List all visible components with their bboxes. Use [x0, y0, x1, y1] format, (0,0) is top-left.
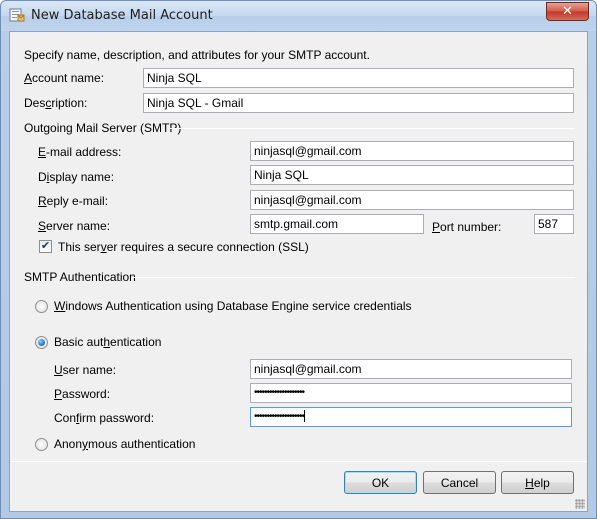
anonymous-auth-label[interactable]: Anonymous authentication — [54, 437, 195, 451]
label-part: splay name: — [49, 170, 115, 184]
access-key: H — [525, 475, 534, 490]
label-part: Des — [24, 96, 46, 110]
access-key: A — [24, 71, 33, 85]
ok-button[interactable]: OK — [344, 471, 417, 494]
user-name-input[interactable]: ninjasql@gmail.com — [250, 359, 572, 379]
label-part: ort number: — [440, 220, 502, 234]
access-key: P — [54, 387, 63, 401]
windows-auth-label[interactable]: Windows Authentication using Database En… — [54, 299, 412, 313]
ssl-checkbox-label[interactable]: This server requires a secure connection… — [58, 240, 309, 254]
label-part: ccount name: — [32, 71, 105, 85]
help-button[interactable]: Help — [501, 471, 574, 494]
section-divider — [132, 277, 575, 278]
label-part: mous authentication — [88, 437, 196, 451]
password-input[interactable]: •••••••••••••••••••• — [250, 383, 572, 403]
port-number-input[interactable]: 587 — [534, 214, 574, 234]
account-name-input[interactable]: Ninja SQL — [143, 68, 574, 88]
display-name-input[interactable]: Ninja SQL — [250, 165, 574, 185]
label-part: eply e-mail: — [46, 194, 109, 208]
confirm-password-label: Confirm password: — [54, 411, 154, 425]
display-name-label: Display name: — [38, 170, 114, 184]
description-label: Description: — [24, 96, 87, 110]
ssl-checkbox[interactable]: ✔ — [39, 240, 52, 253]
close-icon: ✕ — [562, 4, 573, 19]
label-part: D — [38, 170, 47, 184]
smtp-auth-section-title: SMTP Authentication — [24, 270, 136, 284]
anonymous-auth-radio[interactable] — [35, 438, 48, 451]
label-part: erver name: — [46, 219, 111, 233]
access-key: E — [38, 145, 47, 159]
smtp-server-section-title: Outgoing Mail Server (SMTP) — [24, 121, 182, 135]
account-name-label: Account name: — [24, 71, 104, 85]
label-part: This ser — [58, 240, 101, 254]
server-name-label: Server name: — [38, 219, 110, 233]
label-part: Con — [54, 411, 77, 425]
database-mail-icon — [9, 8, 25, 22]
checkmark-icon: ✔ — [40, 240, 51, 252]
access-key: U — [54, 363, 63, 377]
confirm-password-input[interactable]: •••••••••••••••••••• — [250, 407, 572, 427]
label-part: ription: — [51, 96, 88, 110]
label-part: elp — [533, 475, 550, 490]
label-part: Basic aut — [54, 335, 104, 349]
user-name-label: User name: — [54, 363, 116, 377]
dialog-window: New Database Mail Account ✕ Specify name… — [0, 0, 597, 519]
resize-grip-icon[interactable] — [575, 499, 585, 509]
label-part: irm password: — [79, 411, 155, 425]
access-key: S — [38, 219, 47, 233]
title-bar[interactable]: New Database Mail Account ✕ — [1, 1, 596, 31]
reply-email-label: Reply e-mail: — [38, 194, 108, 208]
button-bar-divider — [10, 461, 587, 462]
reply-email-input[interactable]: ninjasql@gmail.com — [250, 190, 574, 210]
label-part: indows Authentication using Database Eng… — [65, 299, 412, 313]
label-part: -mail address: — [46, 145, 122, 159]
cancel-button[interactable]: Cancel — [423, 471, 496, 494]
access-key: W — [54, 299, 66, 313]
password-label: Password: — [54, 387, 110, 401]
description-input[interactable]: Ninja SQL - Gmail — [143, 93, 574, 113]
label-part: assword: — [62, 387, 111, 401]
text-cursor — [304, 410, 306, 423]
intro-text: Specify name, description, and attribute… — [24, 48, 370, 62]
basic-auth-radio[interactable] — [35, 336, 48, 349]
port-number-label: Port number: — [432, 220, 501, 234]
close-button[interactable]: ✕ — [546, 2, 589, 21]
server-name-input[interactable]: smtp.gmail.com — [250, 214, 424, 234]
dialog-body: Specify name, description, and attribute… — [9, 31, 588, 512]
email-address-label: E-mail address: — [38, 145, 121, 159]
password-mask: •••••••••••••••••••• — [254, 411, 305, 422]
label-part: entication — [110, 335, 162, 349]
label-part: er requires a secure connection (SSL) — [106, 240, 309, 254]
windows-auth-radio[interactable] — [35, 300, 48, 313]
section-divider — [170, 128, 575, 129]
access-key: R — [38, 194, 47, 208]
window-title: New Database Mail Account — [31, 8, 213, 23]
access-key: P — [432, 220, 441, 234]
label-part: ser name: — [62, 363, 117, 377]
email-address-input[interactable]: ninjasql@gmail.com — [250, 141, 574, 161]
basic-auth-label[interactable]: Basic authentication — [54, 335, 161, 349]
label-part: Anon — [54, 437, 83, 451]
